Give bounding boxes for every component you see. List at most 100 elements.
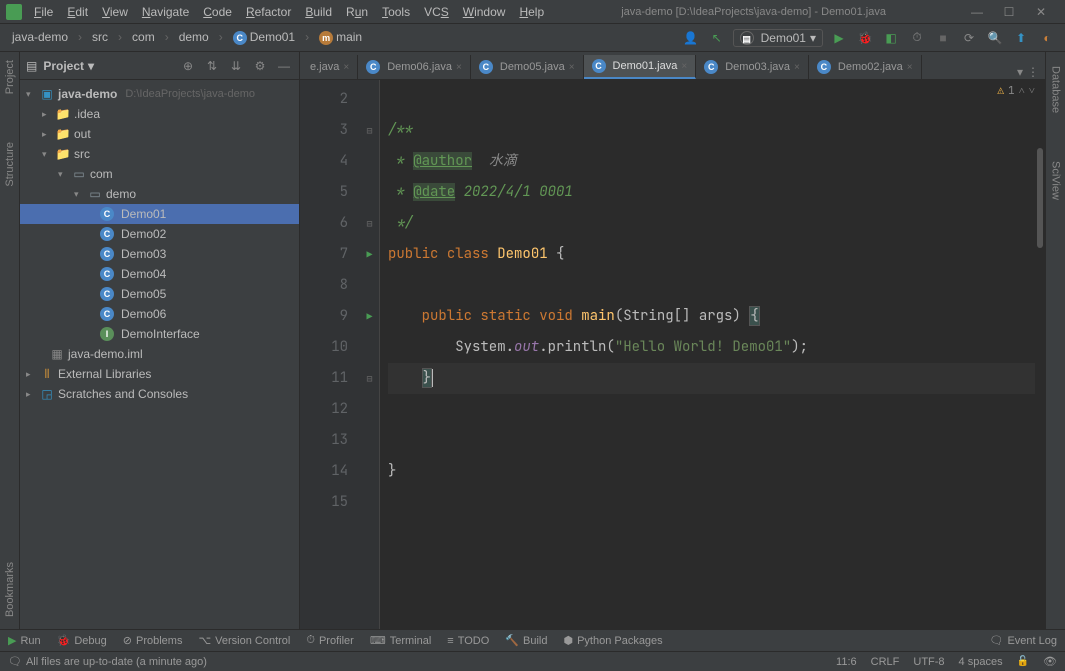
close-icon[interactable]: × (569, 62, 575, 73)
tab-database[interactable]: Database (1048, 62, 1064, 117)
tree-item-demo02[interactable]: CDemo02 (20, 224, 299, 244)
crumb-demo[interactable]: demo (175, 28, 213, 46)
tabs-dropdown-icon[interactable]: ▾ (1017, 65, 1023, 79)
tree-item-demo03[interactable]: CDemo03 (20, 244, 299, 264)
tool-profiler[interactable]: ⏱Profiler (306, 634, 353, 647)
add-user-icon[interactable]: 👤 (681, 28, 701, 48)
ide-errors-icon[interactable]: 👁 (1043, 655, 1057, 668)
crumb-class[interactable]: CDemo01 (229, 28, 299, 47)
close-icon[interactable]: × (794, 62, 800, 73)
maximize-button[interactable]: ☐ (997, 5, 1021, 19)
tree-root[interactable]: ▾▣java-demoD:\IdeaProjects\java-demo (20, 84, 299, 104)
tree-scratches[interactable]: ▸◲Scratches and Consoles (20, 384, 299, 404)
expand-all-icon[interactable]: ⇅ (203, 59, 221, 73)
project-tree[interactable]: ▾▣java-demoD:\IdeaProjects\java-demo ▸📁.… (20, 80, 299, 629)
tree-item-demo01[interactable]: CDemo01 (20, 204, 299, 224)
project-dropdown-icon[interactable]: ▤ (26, 59, 37, 73)
close-icon[interactable]: × (343, 62, 349, 73)
scrollbar-thumb[interactable] (1037, 148, 1043, 248)
collapse-all-icon[interactable]: ⇊ (227, 59, 245, 73)
menu-file[interactable]: File (28, 3, 59, 21)
stop-button[interactable]: ■ (933, 28, 953, 48)
vcs-update-icon[interactable]: ⟳ (959, 28, 979, 48)
inspection-widget[interactable]: ⚠ 1 ˄ ˅ (997, 84, 1035, 98)
tree-demo[interactable]: ▾▭demo (20, 184, 299, 204)
tree-title[interactable]: Project ▾ (43, 59, 173, 73)
menu-code[interactable]: Code (197, 3, 238, 21)
crumb-project[interactable]: java-demo (8, 28, 72, 46)
tabs-more-icon[interactable]: ⋮ (1027, 65, 1039, 79)
fold-icon[interactable]: ⊟ (360, 363, 379, 394)
run-button[interactable]: ▶ (829, 28, 849, 48)
menu-refactor[interactable]: Refactor (240, 3, 297, 21)
tree-item-demo06[interactable]: CDemo06 (20, 304, 299, 324)
tool-eventlog[interactable]: 🗨Event Log (989, 634, 1057, 647)
menu-window[interactable]: Window (457, 3, 512, 21)
menu-vcs[interactable]: VCS (418, 3, 455, 21)
menu-view[interactable]: View (96, 3, 134, 21)
tab-demo02[interactable]: CDemo02.java× (809, 55, 922, 79)
code-content[interactable]: /** * @author 水滴 * @date 2022/4/1 0001 *… (380, 80, 1045, 629)
status-line-sep[interactable]: CRLF (871, 656, 900, 668)
build-hammer-icon[interactable]: ↖ (707, 28, 727, 48)
tab-demo03[interactable]: CDemo03.java× (696, 55, 809, 79)
tab-demo01[interactable]: CDemo01.java× (584, 55, 697, 79)
tool-problems[interactable]: ⊘Problems (123, 634, 183, 647)
tree-external-libs[interactable]: ▸⫴External Libraries (20, 364, 299, 384)
crumb-src[interactable]: src (88, 28, 112, 46)
tree-out[interactable]: ▸📁out (20, 124, 299, 144)
tree-item-demo05[interactable]: CDemo05 (20, 284, 299, 304)
tab-project[interactable]: Project (2, 56, 18, 98)
run-config-selector[interactable]: ▤ Demo01 ▾ (733, 29, 823, 47)
tab-demo05[interactable]: CDemo05.java× (471, 55, 584, 79)
tab-partial[interactable]: e.java× (302, 55, 358, 79)
debug-button[interactable]: 🐞 (855, 28, 875, 48)
crumb-method[interactable]: mmain (315, 28, 366, 47)
close-icon[interactable]: × (456, 62, 462, 73)
tool-todo[interactable]: ≡TODO (447, 635, 489, 647)
tree-idea[interactable]: ▸📁.idea (20, 104, 299, 124)
tool-python[interactable]: ⬢Python Packages (563, 634, 662, 647)
editor-scrollbar[interactable] (1035, 108, 1045, 629)
tree-com[interactable]: ▾▭com (20, 164, 299, 184)
tree-src[interactable]: ▾📁src (20, 144, 299, 164)
menu-run[interactable]: Run (340, 3, 374, 21)
tab-bookmarks[interactable]: Bookmarks (2, 558, 18, 621)
chevron-down-icon[interactable]: ˅ (1029, 84, 1035, 98)
select-opened-icon[interactable]: ⊕ (179, 59, 197, 73)
hide-icon[interactable]: — (275, 59, 293, 73)
gear-icon[interactable]: ⚙ (251, 59, 269, 73)
tool-terminal[interactable]: ⌨Terminal (370, 634, 431, 647)
tree-item-demointerface[interactable]: IDemoInterface (20, 324, 299, 344)
coverage-button[interactable]: ◧ (881, 28, 901, 48)
tool-build[interactable]: 🔨Build (505, 634, 547, 647)
menu-navigate[interactable]: Navigate (136, 3, 195, 21)
tree-iml[interactable]: ▦java-demo.iml (20, 344, 299, 364)
up-arrow-icon[interactable]: ⬆ (1011, 28, 1031, 48)
tool-debug[interactable]: 🐞Debug (57, 634, 107, 647)
profile-button[interactable]: ⏱ (907, 28, 927, 48)
crumb-com[interactable]: com (128, 28, 159, 46)
tool-vcs[interactable]: ⌥Version Control (198, 634, 290, 647)
fold-icon[interactable]: ⊟ (360, 115, 379, 146)
status-indent[interactable]: 4 spaces (959, 656, 1003, 668)
tab-demo06[interactable]: CDemo06.java× (358, 55, 471, 79)
status-caret-pos[interactable]: 11:6 (836, 656, 857, 668)
tab-sciview[interactable]: SciView (1048, 157, 1064, 204)
chevron-up-icon[interactable]: ˄ (1019, 84, 1025, 98)
status-encoding[interactable]: UTF-8 (913, 656, 944, 668)
search-icon[interactable]: 🔍 (985, 28, 1005, 48)
run-gutter-icon[interactable]: ▶ (360, 301, 379, 332)
menu-build[interactable]: Build (299, 3, 338, 21)
tab-structure[interactable]: Structure (2, 138, 18, 191)
close-button[interactable]: ✕ (1029, 5, 1053, 19)
menu-tools[interactable]: Tools (376, 3, 416, 21)
minimize-button[interactable]: — (965, 5, 989, 19)
editor-body[interactable]: 23456789101112131415 ⊟ ⊟ ▶ ▶ ⊟ /** * @au… (300, 80, 1045, 629)
tool-run[interactable]: ▶Run (8, 634, 41, 647)
close-icon[interactable]: × (681, 61, 687, 72)
run-gutter-icon[interactable]: ▶ (360, 239, 379, 270)
readonly-lock-icon[interactable]: 🔓 (1017, 656, 1029, 667)
ide-features-icon[interactable]: ◐ (1037, 28, 1057, 48)
menu-help[interactable]: Help (513, 3, 550, 21)
